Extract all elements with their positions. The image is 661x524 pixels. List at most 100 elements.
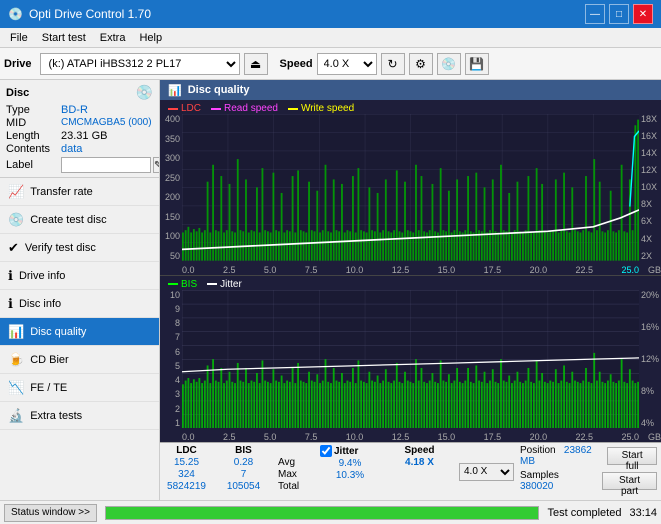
sidebar-item-create-test-disc[interactable]: 💿 Create test disc: [0, 206, 159, 234]
y1-150: 150: [160, 212, 180, 222]
sidebar-item-extra-tests[interactable]: 🔬 Extra tests: [0, 402, 159, 430]
sidebar-item-fe-te[interactable]: 📉 FE / TE: [0, 374, 159, 402]
y2-1: 1: [160, 418, 180, 428]
y2r-12: 12%: [641, 354, 661, 364]
y1r-4x: 4X: [641, 234, 661, 244]
y2-9: 9: [160, 304, 180, 314]
x2-2.5: 2.5: [223, 432, 236, 442]
total-bis-val: 105054: [221, 481, 266, 492]
x1-7.5: 7.5: [305, 265, 318, 275]
menu-extra[interactable]: Extra: [94, 31, 132, 45]
y2-7: 7: [160, 332, 180, 342]
stats-speed-select[interactable]: 4.0 X: [459, 463, 514, 481]
start-part-button[interactable]: Start part: [602, 472, 657, 490]
progress-bar: [105, 506, 540, 520]
total-label: Total: [278, 481, 308, 492]
x2-10: 10.0: [346, 432, 364, 442]
cd-bier-label: CD Bier: [30, 354, 69, 366]
avg-ldc-val: 15.25: [164, 457, 209, 468]
config-button[interactable]: ⚙: [409, 53, 433, 75]
sidebar-item-disc-quality[interactable]: 📊 Disc quality: [0, 318, 159, 346]
sidebar-item-drive-info[interactable]: ℹ Drive info: [0, 262, 159, 290]
menu-help[interactable]: Help: [133, 31, 168, 45]
y1r-6x: 6X: [641, 216, 661, 226]
app-icon: 💿: [8, 7, 23, 21]
sidebar-item-verify-test-disc[interactable]: ✔ Verify test disc: [0, 234, 159, 262]
nav-items: 📈 Transfer rate 💿 Create test disc ✔ Ver…: [0, 178, 159, 500]
statusbar: Status window >> Test completed 33:14: [0, 500, 661, 524]
sidebar-item-transfer-rate[interactable]: 📈 Transfer rate: [0, 178, 159, 206]
x1-20: 20.0: [530, 265, 548, 275]
legend-read-speed: Read speed: [224, 103, 278, 114]
x2-20: 20.0: [530, 432, 548, 442]
ldc-header: LDC: [164, 445, 209, 456]
speed-header: Speed: [392, 445, 447, 456]
drive-select[interactable]: (k:) ATAPI iHBS312 2 PL17: [40, 53, 240, 75]
disc-panel-title: Disc: [6, 87, 29, 99]
disc-label-edit-button[interactable]: ✎: [153, 157, 160, 173]
menu-file[interactable]: File: [4, 31, 34, 45]
status-window-button[interactable]: Status window >>: [4, 504, 97, 522]
minimize-button[interactable]: —: [585, 4, 605, 24]
menubar: File Start test Extra Help: [0, 28, 661, 48]
drive-info-label: Drive info: [19, 270, 65, 282]
x1-25: 25.0: [621, 265, 639, 275]
start-full-button[interactable]: Start full: [607, 447, 657, 465]
avg-bis-val: 0.28: [221, 457, 266, 468]
x2-25: 25.0: [621, 432, 639, 442]
max-jitter-val: 10.3%: [320, 470, 380, 481]
fe-te-label: FE / TE: [30, 382, 67, 394]
samples-label: Samples: [520, 470, 559, 481]
sidebar-item-disc-info[interactable]: ℹ Disc info: [0, 290, 159, 318]
y1r-18x: 18X: [641, 114, 661, 124]
jitter-checkbox[interactable]: [320, 445, 332, 457]
max-ldc-val: 324: [164, 469, 209, 480]
disc-quality-label: Disc quality: [30, 326, 86, 338]
y1r-10x: 10X: [641, 182, 661, 192]
legend-ldc: LDC: [181, 103, 201, 114]
close-button[interactable]: ✕: [633, 4, 653, 24]
y2r-16: 16%: [641, 322, 661, 332]
fe-te-icon: 📉: [8, 380, 24, 396]
disc-label-key: Label: [6, 159, 61, 171]
y1-300: 300: [160, 153, 180, 163]
jitter-header: Jitter: [334, 446, 358, 457]
refresh-button[interactable]: ↻: [381, 53, 405, 75]
disc-length-label: Length: [6, 130, 61, 142]
x2-17.5: 17.5: [484, 432, 502, 442]
extra-tests-label: Extra tests: [30, 410, 82, 422]
disc-button[interactable]: 💿: [437, 53, 461, 75]
chart1-svg: [182, 114, 639, 261]
maximize-button[interactable]: □: [609, 4, 629, 24]
disc-panel: Disc 💿 Type BD-R MID CMCMAGBA5 (000) Len…: [0, 80, 159, 178]
disc-label-input[interactable]: [61, 157, 151, 173]
y2-3: 3: [160, 389, 180, 399]
chart2-svg: [182, 290, 639, 428]
bis-header: BIS: [221, 445, 266, 456]
legend-bis: BIS: [181, 279, 197, 290]
y2-8: 8: [160, 318, 180, 328]
sidebar-item-cd-bier[interactable]: 🍺 CD Bier: [0, 346, 159, 374]
x1-22.5: 22.5: [576, 265, 594, 275]
y1r-12x: 12X: [641, 165, 661, 175]
content-header-icon: 📊: [168, 84, 182, 97]
y2-6: 6: [160, 347, 180, 357]
content-title: Disc quality: [188, 84, 250, 96]
speed-select[interactable]: 4.0 X: [317, 53, 377, 75]
cd-bier-icon: 🍺: [8, 352, 24, 368]
menu-start-test[interactable]: Start test: [36, 31, 92, 45]
disc-mid-value: CMCMAGBA5 (000): [61, 117, 152, 129]
content-area: 📊 Disc quality LDC Read speed: [160, 80, 661, 500]
extra-tests-icon: 🔬: [8, 408, 24, 424]
x1-17.5: 17.5: [484, 265, 502, 275]
y1r-14x: 14X: [641, 148, 661, 158]
save-button[interactable]: 💾: [465, 53, 489, 75]
toolbar: Drive (k:) ATAPI iHBS312 2 PL17 ⏏ Speed …: [0, 48, 661, 80]
disc-contents-value: data: [61, 143, 82, 155]
disc-info-label: Disc info: [19, 298, 61, 310]
create-test-disc-label: Create test disc: [30, 214, 106, 226]
drive-info-icon: ℹ: [8, 268, 13, 284]
drive-label: Drive: [4, 58, 32, 70]
eject-button[interactable]: ⏏: [244, 53, 268, 75]
sidebar: Disc 💿 Type BD-R MID CMCMAGBA5 (000) Len…: [0, 80, 160, 500]
